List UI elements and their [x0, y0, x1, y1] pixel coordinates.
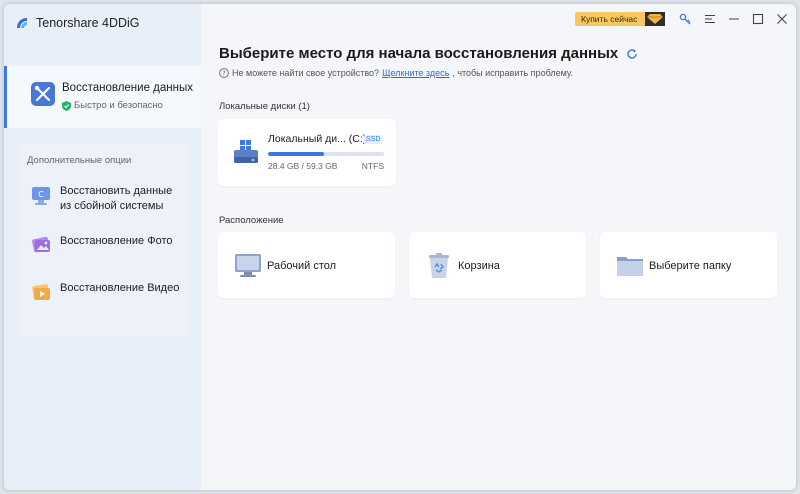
- app-name: Tenorshare 4DDiG: [36, 16, 140, 30]
- desktop-icon: [235, 254, 261, 277]
- fix-device-link[interactable]: Щелкните здесь: [382, 68, 449, 78]
- svg-text:?: ?: [222, 70, 226, 78]
- location-choose-folder[interactable]: Выберите папку: [600, 232, 777, 298]
- disk-usage-bar: [268, 152, 384, 156]
- sidebar: Tenorshare 4DDiG Восстановление данных Б…: [4, 4, 201, 490]
- sidebar-item-photo-recovery[interactable]: Восстановление Фото: [20, 234, 188, 274]
- page-title: Выберите место для начала восстановления…: [219, 45, 638, 62]
- sidebar-item-title: Восстановление данных: [62, 82, 193, 94]
- sidebar-item-subtitle: Быстро и безопасно: [62, 100, 163, 111]
- refresh-icon[interactable]: [626, 48, 638, 60]
- sidebar-item-system-crash[interactable]: C Восстановить данные из сбойной системы: [20, 184, 188, 224]
- location-desktop[interactable]: Рабочий стол: [218, 232, 395, 298]
- extra-options-panel: Дополнительные опции C Восстановить данн…: [20, 144, 188, 336]
- video-icon: [32, 284, 50, 300]
- title-bar: Купить сейчас: [201, 4, 796, 36]
- location-label: Расположение: [219, 215, 284, 226]
- question-circle-icon: ?: [219, 68, 229, 78]
- ssd-badge: SSD: [364, 135, 383, 144]
- buy-now-button[interactable]: Купить сейчас: [575, 12, 665, 26]
- app-logo-icon: [17, 18, 27, 28]
- device-hint: ? Не можете найти свое устройство? Щелкн…: [219, 68, 573, 78]
- sidebar-item-data-recovery[interactable]: Восстановление данных Быстро и безопасно: [4, 66, 201, 128]
- local-disks-label: Локальные диски (1): [219, 101, 310, 112]
- svg-text:C: C: [38, 190, 44, 199]
- minimize-icon[interactable]: [728, 13, 740, 25]
- disk-usage-fill: [268, 152, 324, 156]
- menu-icon[interactable]: [704, 13, 716, 25]
- disk-filesystem: NTFS: [361, 161, 384, 171]
- drive-icon: [234, 140, 258, 163]
- disk-name: Локальный ди... (C:): [268, 133, 367, 145]
- sidebar-item-video-recovery[interactable]: Восстановление Видео: [20, 281, 188, 321]
- extra-options-title: Дополнительные опции: [27, 155, 132, 166]
- location-recycle-bin[interactable]: Корзина: [409, 232, 586, 298]
- shield-check-icon: [62, 100, 71, 111]
- recycle-bin-icon: [429, 253, 449, 278]
- app-window: Tenorshare 4DDiG Восстановление данных Б…: [4, 4, 796, 490]
- brand: Tenorshare 4DDiG: [14, 13, 140, 33]
- disk-size: 28.4 GB / 59.3 GB: [268, 161, 338, 171]
- folder-icon: [617, 257, 643, 276]
- maximize-icon[interactable]: [752, 13, 764, 25]
- diamond-icon: [645, 12, 665, 26]
- photo-icon: [32, 236, 50, 253]
- disk-card-c[interactable]: Локальный ди... (C:) SSD 28.4 GB / 59.3 …: [218, 119, 396, 186]
- data-recovery-icon: [31, 82, 55, 106]
- key-icon[interactable]: [679, 13, 691, 25]
- system-crash-icon: C: [32, 187, 50, 205]
- close-icon[interactable]: [776, 13, 788, 25]
